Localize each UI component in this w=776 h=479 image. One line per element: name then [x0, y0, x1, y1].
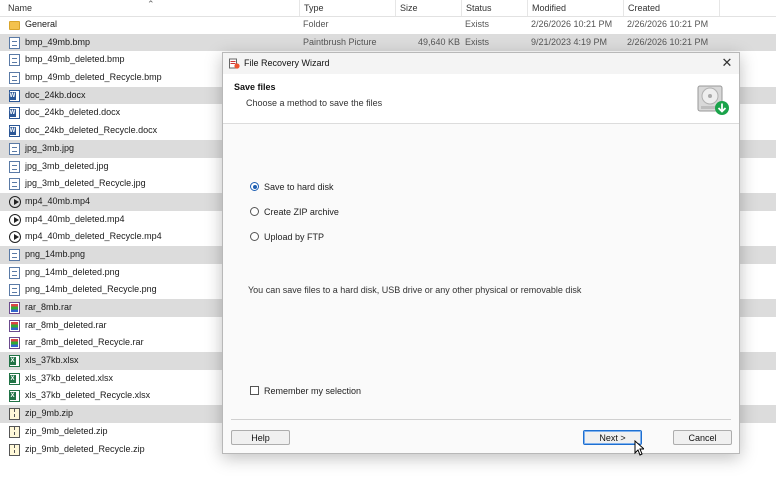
create-zip-archive-label: Create ZIP archive	[264, 207, 339, 217]
video-file-icon	[9, 213, 21, 226]
file-name: xls_37kb.xlsx	[25, 355, 79, 366]
video-file-icon	[9, 231, 21, 244]
radio-save-to-hard-disk[interactable]	[250, 182, 259, 191]
file-recovery-wizard-dialog: File Recovery Wizard ✕ Save files Choose…	[222, 52, 740, 454]
file-name: png_14mb.png	[25, 248, 86, 259]
file-status: Exists	[465, 19, 490, 29]
image-file-icon	[9, 266, 20, 279]
rar-archive-icon	[9, 302, 20, 314]
help-button[interactable]: Help	[231, 430, 290, 445]
rar-archive-icon	[9, 337, 20, 350]
dialog-banner: Save files Choose a method to save the f…	[223, 74, 739, 124]
folder-icon	[9, 21, 20, 30]
word-file-icon	[9, 107, 20, 120]
image-file-icon	[9, 36, 20, 49]
radio-upload-by-ftp[interactable]	[250, 232, 259, 241]
file-modified: 9/21/2023 4:19 PM	[531, 36, 608, 47]
file-name: png_14mb_deleted.png	[25, 266, 120, 277]
column-header-filler	[719, 0, 776, 16]
save-to-hard-disk-label: Save to hard disk	[264, 182, 334, 192]
excel-file-icon	[9, 390, 20, 403]
file-name: doc_24kb_deleted_Recycle.docx	[25, 125, 158, 136]
file-size: 49,640 KB	[417, 36, 460, 47]
file-name: xls_37kb_deleted.xlsx	[25, 372, 114, 383]
remember-selection-checkbox[interactable]	[250, 386, 259, 395]
column-header-modified[interactable]: Modified	[527, 0, 623, 16]
upload-by-ftp-label: Upload by FTP	[264, 232, 325, 242]
file-name: zip_9mb_deleted.zip	[25, 425, 108, 436]
dialog-heading: Save files	[234, 82, 276, 92]
recovery-app-icon	[229, 58, 240, 69]
column-header-size[interactable]: Size	[395, 0, 461, 16]
rar-archive-icon	[9, 319, 20, 332]
file-name: mp4_40mb_deleted.mp4	[25, 213, 125, 224]
mouse-pointer-icon	[634, 440, 644, 456]
dialog-title: File Recovery Wizard	[244, 58, 330, 68]
word-file-icon	[9, 89, 20, 102]
zip-archive-icon	[9, 443, 20, 456]
file-name: jpg_3mb.jpg	[25, 142, 75, 153]
file-type: Folder	[303, 19, 329, 29]
close-icon[interactable]: ✕	[719, 55, 735, 71]
file-name: bmp_49mb.bmp	[25, 36, 91, 47]
file-name: doc_24kb_deleted.docx	[25, 107, 121, 118]
file-name: bmp_49mb_deleted_Recycle.bmp	[25, 72, 162, 83]
footer-divider	[231, 419, 731, 420]
excel-file-icon	[9, 372, 20, 385]
image-file-icon	[9, 72, 20, 85]
file-name: mp4_40mb.mp4	[25, 195, 91, 206]
radio-create-zip-archive[interactable]	[250, 207, 259, 216]
file-type: Paintbrush Picture	[303, 36, 377, 47]
file-name: rar_8mb.rar	[25, 302, 73, 312]
file-modified: 2/26/2026 10:21 PM	[531, 19, 613, 29]
file-created: 2/26/2026 10:21 PM	[627, 36, 709, 47]
image-file-icon	[9, 142, 20, 155]
file-name: doc_24kb.docx	[25, 89, 86, 100]
file-name: bmp_49mb_deleted.bmp	[25, 54, 125, 65]
file-status: Exists	[465, 36, 490, 47]
word-file-icon	[9, 125, 20, 138]
zip-archive-icon	[9, 425, 20, 438]
image-file-icon	[9, 284, 20, 297]
column-header-bar: Name ⌃ Type Size Status Modified Created	[0, 0, 776, 17]
column-header-created[interactable]: Created	[623, 0, 719, 16]
file-name: mp4_40mb_deleted_Recycle.mp4	[25, 231, 162, 242]
image-file-icon	[9, 248, 20, 261]
image-file-icon	[9, 178, 20, 191]
file-name: General	[25, 19, 58, 29]
save-method-description: You can save files to a hard disk, USB d…	[248, 285, 582, 295]
dialog-subheading: Choose a method to save the files	[246, 98, 383, 108]
dialog-titlebar[interactable]: File Recovery Wizard ✕	[223, 53, 739, 74]
excel-file-icon	[9, 355, 20, 368]
column-header-status[interactable]: Status	[461, 0, 527, 16]
zip-archive-icon	[9, 408, 20, 421]
file-name: jpg_3mb_deleted.jpg	[25, 160, 109, 171]
file-name: rar_8mb_deleted_Recycle.rar	[25, 337, 144, 348]
file-row[interactable]: bmp_49mb.bmp Paintbrush Picture 49,640 KB E…	[0, 33, 776, 52]
file-name: rar_8mb_deleted.rar	[25, 319, 107, 330]
file-row[interactable]: General Folder Exists 2/26/2026 10:21 PM 2/2…	[0, 16, 776, 34]
file-name: xls_37kb_deleted_Recycle.xlsx	[25, 390, 151, 401]
sort-ascending-icon: ⌃	[147, 0, 155, 9]
file-created: 2/26/2026 10:21 PM	[627, 19, 709, 29]
hard-disk-recovery-icon	[697, 85, 729, 115]
image-file-icon	[9, 54, 20, 67]
file-name: jpg_3mb_deleted_Recycle.jpg	[25, 178, 146, 189]
cancel-button[interactable]: Cancel	[673, 430, 732, 445]
file-name: zip_9mb_deleted_Recycle.zip	[25, 443, 145, 454]
remember-selection-label: Remember my selection	[264, 386, 362, 396]
video-file-icon	[9, 195, 21, 208]
file-name: png_14mb_deleted_Recycle.png	[25, 284, 157, 295]
column-header-type[interactable]: Type	[299, 0, 395, 16]
image-file-icon	[9, 160, 20, 173]
file-name: zip_9mb.zip	[25, 408, 74, 419]
